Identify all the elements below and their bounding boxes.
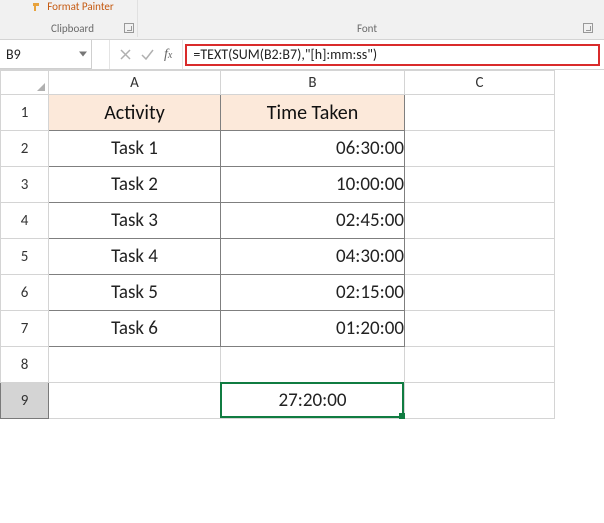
cell-B3[interactable]: 10:00:00 <box>221 167 405 203</box>
row-head-6[interactable]: 6 <box>1 275 49 311</box>
fx-icon[interactable]: fx <box>164 47 172 63</box>
cell-C7[interactable] <box>405 311 555 347</box>
cell-A3[interactable]: Task 2 <box>49 167 221 203</box>
format-painter-button[interactable]: Format Painter <box>31 0 113 13</box>
cell-B6[interactable]: 02:15:00 <box>221 275 405 311</box>
row-head-5[interactable]: 5 <box>1 239 49 275</box>
cell-C6[interactable] <box>405 275 555 311</box>
formula-bar-controls: fx <box>110 40 183 69</box>
ribbon-group-clipboard: Format Painter Clipboard <box>8 0 138 37</box>
row-head-4[interactable]: 4 <box>1 203 49 239</box>
ribbon: Format Painter Clipboard Font <box>0 0 604 40</box>
cell-B9-value: 27:20:00 <box>279 389 347 412</box>
cell-B5[interactable]: 04:30:00 <box>221 239 405 275</box>
cell-C2[interactable] <box>405 131 555 167</box>
formula-text: =TEXT(SUM(B2:B7),"[h]:mm:ss") <box>193 46 377 63</box>
formula-bar: B9 fx =TEXT(SUM(B2:B7),"[h]:mm:ss") <box>0 40 604 70</box>
col-head-B[interactable]: B <box>221 71 405 95</box>
cell-A2[interactable]: Task 1 <box>49 131 221 167</box>
cell-A7[interactable]: Task 6 <box>49 311 221 347</box>
cell-B4[interactable]: 02:45:00 <box>221 203 405 239</box>
row-head-8[interactable]: 8 <box>1 347 49 383</box>
cell-A5[interactable]: Task 4 <box>49 239 221 275</box>
row-head-2[interactable]: 2 <box>1 131 49 167</box>
select-all-corner[interactable] <box>1 71 49 95</box>
enter-icon[interactable] <box>141 49 154 60</box>
dialog-launcher-icon[interactable] <box>124 23 134 33</box>
cell-A4[interactable]: Task 3 <box>49 203 221 239</box>
row-head-7[interactable]: 7 <box>1 311 49 347</box>
cell-B8[interactable] <box>221 347 405 383</box>
formula-input[interactable]: =TEXT(SUM(B2:B7),"[h]:mm:ss") <box>185 44 600 66</box>
cell-C3[interactable] <box>405 167 555 203</box>
row-head-3[interactable]: 3 <box>1 167 49 203</box>
ribbon-group-label-font: Font <box>357 22 377 37</box>
cell-A1[interactable]: Activity <box>49 95 221 131</box>
cell-A9[interactable] <box>49 383 221 419</box>
grid[interactable]: A B C 1 Activity Time Taken 2 Task 1 06:… <box>0 70 555 419</box>
format-painter-label: Format Painter <box>47 0 113 13</box>
name-box-value: B9 <box>6 46 21 63</box>
paintbrush-icon <box>31 1 43 13</box>
col-head-C[interactable]: C <box>405 71 555 95</box>
cell-C4[interactable] <box>405 203 555 239</box>
dialog-launcher-icon[interactable] <box>583 23 593 33</box>
cell-B2[interactable]: 06:30:00 <box>221 131 405 167</box>
cell-A8[interactable] <box>49 347 221 383</box>
cell-A6[interactable]: Task 5 <box>49 275 221 311</box>
cell-C5[interactable] <box>405 239 555 275</box>
row-head-9[interactable]: 9 <box>1 383 49 419</box>
ribbon-group-label-clipboard: Clipboard <box>51 22 94 37</box>
name-box[interactable]: B9 <box>0 40 92 69</box>
cell-C1[interactable] <box>405 95 555 131</box>
col-head-A[interactable]: A <box>49 71 221 95</box>
cell-B9[interactable]: 27:20:00 <box>221 383 405 419</box>
chevron-down-icon[interactable] <box>79 52 87 57</box>
cell-C8[interactable] <box>405 347 555 383</box>
worksheet[interactable]: A B C 1 Activity Time Taken 2 Task 1 06:… <box>0 70 604 419</box>
cell-B7[interactable]: 01:20:00 <box>221 311 405 347</box>
row-head-1[interactable]: 1 <box>1 95 49 131</box>
cancel-icon[interactable] <box>120 49 131 60</box>
ribbon-group-font: Font <box>138 0 596 37</box>
cell-B1[interactable]: Time Taken <box>221 95 405 131</box>
cell-C9[interactable] <box>405 383 555 419</box>
